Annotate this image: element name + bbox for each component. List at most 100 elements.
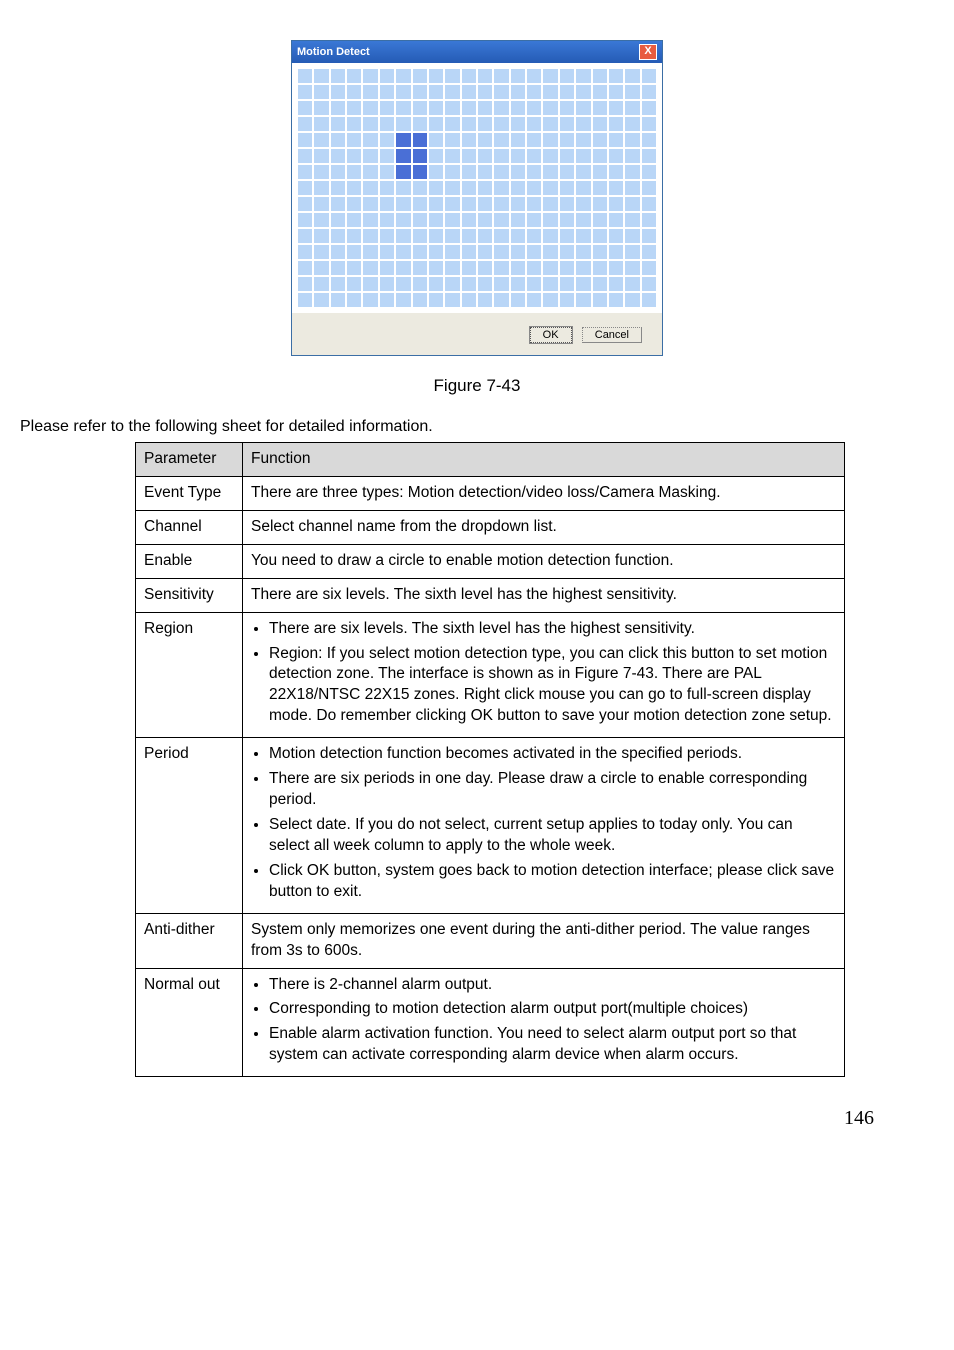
grid-cell[interactable] — [576, 85, 590, 99]
grid-cell[interactable] — [642, 277, 656, 291]
grid-cell[interactable] — [560, 213, 574, 227]
grid-cell[interactable] — [363, 85, 377, 99]
grid-cell[interactable] — [478, 229, 492, 243]
grid-cell[interactable] — [593, 261, 607, 275]
grid-cell[interactable] — [298, 85, 312, 99]
grid-cell[interactable] — [396, 117, 410, 131]
grid-cell[interactable] — [314, 293, 328, 307]
grid-cell[interactable] — [560, 181, 574, 195]
grid-cell[interactable] — [462, 133, 476, 147]
grid-cell[interactable] — [331, 85, 345, 99]
grid-cell[interactable] — [527, 261, 541, 275]
grid-cell[interactable] — [429, 245, 443, 259]
grid-cell[interactable] — [298, 117, 312, 131]
grid-cell[interactable] — [396, 101, 410, 115]
grid-cell[interactable] — [380, 101, 394, 115]
grid-cell[interactable] — [511, 293, 525, 307]
grid-cell[interactable] — [642, 117, 656, 131]
grid-cell[interactable] — [609, 117, 623, 131]
grid-cell[interactable] — [609, 213, 623, 227]
grid-cell[interactable] — [298, 181, 312, 195]
grid-cell[interactable] — [298, 213, 312, 227]
grid-cell[interactable] — [609, 165, 623, 179]
grid-cell[interactable] — [543, 277, 557, 291]
grid-cell[interactable] — [314, 229, 328, 243]
grid-cell[interactable] — [494, 245, 508, 259]
grid-cell[interactable] — [609, 245, 623, 259]
grid-cell[interactable] — [511, 181, 525, 195]
grid-cell[interactable] — [478, 261, 492, 275]
grid-cell[interactable] — [380, 117, 394, 131]
grid-cell[interactable] — [593, 69, 607, 83]
grid-cell[interactable] — [445, 69, 459, 83]
grid-cell[interactable] — [298, 101, 312, 115]
grid-cell[interactable] — [642, 85, 656, 99]
grid-cell[interactable] — [314, 165, 328, 179]
grid-cell[interactable] — [560, 101, 574, 115]
grid-cell[interactable] — [331, 69, 345, 83]
grid-cell[interactable] — [625, 229, 639, 243]
grid-cell[interactable] — [511, 133, 525, 147]
grid-cell[interactable] — [625, 181, 639, 195]
grid-cell[interactable] — [462, 245, 476, 259]
grid-cell[interactable] — [445, 277, 459, 291]
grid-cell[interactable] — [527, 117, 541, 131]
grid-cell[interactable] — [527, 277, 541, 291]
grid-cell[interactable] — [429, 69, 443, 83]
grid-cell[interactable] — [429, 261, 443, 275]
grid-cell[interactable] — [413, 213, 427, 227]
grid-cell[interactable] — [445, 261, 459, 275]
grid-cell[interactable] — [396, 149, 410, 163]
grid-cell[interactable] — [331, 197, 345, 211]
grid-cell[interactable] — [380, 69, 394, 83]
grid-cell[interactable] — [331, 213, 345, 227]
grid-cell[interactable] — [445, 85, 459, 99]
grid-cell[interactable] — [298, 133, 312, 147]
grid-cell[interactable] — [593, 101, 607, 115]
grid-cell[interactable] — [331, 181, 345, 195]
grid-cell[interactable] — [543, 261, 557, 275]
grid-cell[interactable] — [462, 293, 476, 307]
grid-cell[interactable] — [527, 245, 541, 259]
grid-cell[interactable] — [462, 165, 476, 179]
grid-cell[interactable] — [363, 213, 377, 227]
grid-cell[interactable] — [347, 229, 361, 243]
grid-cell[interactable] — [609, 69, 623, 83]
grid-cell[interactable] — [576, 117, 590, 131]
grid-cell[interactable] — [363, 245, 377, 259]
grid-cell[interactable] — [445, 133, 459, 147]
grid-cell[interactable] — [298, 229, 312, 243]
grid-cell[interactable] — [347, 293, 361, 307]
grid-cell[interactable] — [511, 149, 525, 163]
grid-cell[interactable] — [396, 229, 410, 243]
grid-cell[interactable] — [543, 69, 557, 83]
grid-cell[interactable] — [494, 101, 508, 115]
grid-cell[interactable] — [543, 149, 557, 163]
grid-cell[interactable] — [429, 197, 443, 211]
grid-cell[interactable] — [380, 229, 394, 243]
grid-cell[interactable] — [642, 213, 656, 227]
grid-cell[interactable] — [527, 165, 541, 179]
grid-cell[interactable] — [576, 165, 590, 179]
grid-cell[interactable] — [543, 165, 557, 179]
grid-cell[interactable] — [347, 149, 361, 163]
close-icon[interactable]: X — [639, 44, 657, 60]
grid-cell[interactable] — [560, 69, 574, 83]
grid-cell[interactable] — [363, 181, 377, 195]
grid-cell[interactable] — [396, 181, 410, 195]
grid-cell[interactable] — [642, 261, 656, 275]
grid-cell[interactable] — [478, 165, 492, 179]
grid-cell[interactable] — [494, 277, 508, 291]
grid-cell[interactable] — [331, 165, 345, 179]
grid-cell[interactable] — [462, 197, 476, 211]
grid-cell[interactable] — [347, 165, 361, 179]
grid-cell[interactable] — [527, 229, 541, 243]
grid-cell[interactable] — [314, 133, 328, 147]
grid-cell[interactable] — [593, 117, 607, 131]
grid-cell[interactable] — [298, 69, 312, 83]
grid-cell[interactable] — [462, 213, 476, 227]
grid-cell[interactable] — [429, 181, 443, 195]
grid-cell[interactable] — [494, 69, 508, 83]
grid-cell[interactable] — [642, 245, 656, 259]
grid-cell[interactable] — [478, 85, 492, 99]
